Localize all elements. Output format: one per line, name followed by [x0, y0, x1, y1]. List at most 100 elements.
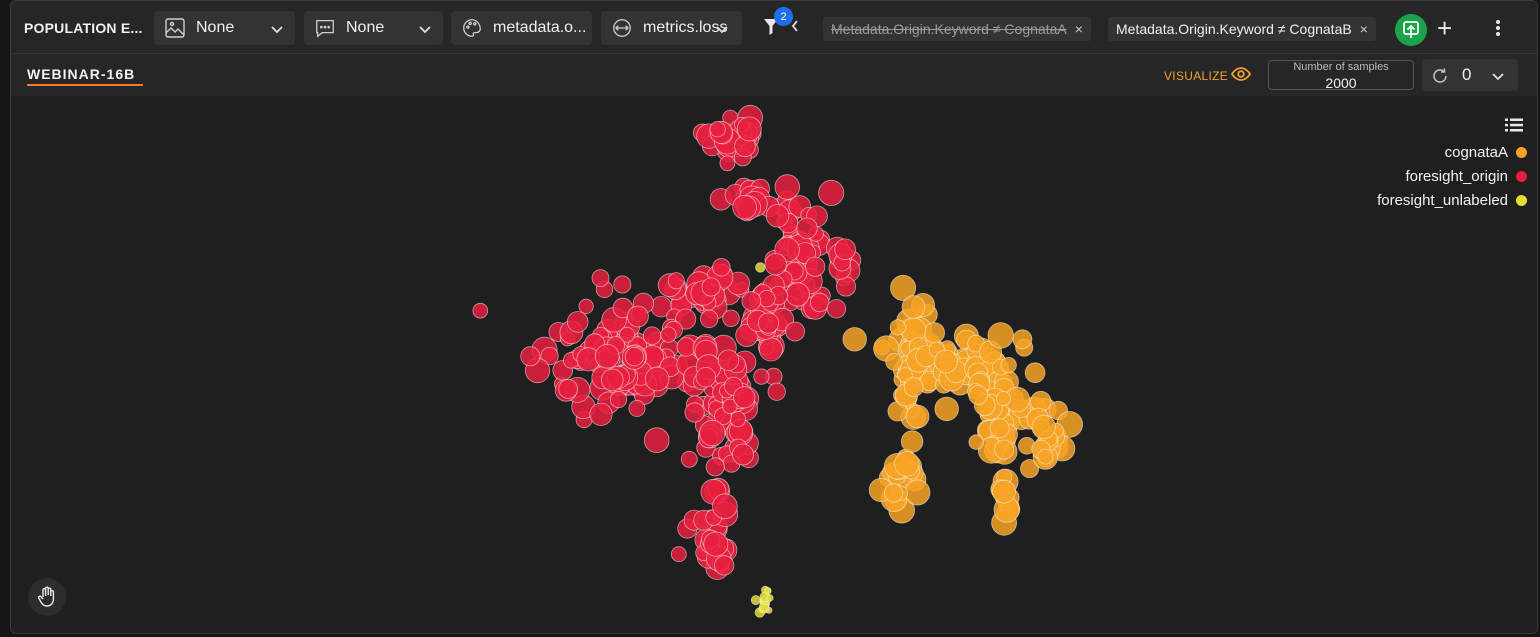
data-point[interactable]: [1012, 329, 1033, 350]
data-point[interactable]: [753, 368, 770, 385]
data-point[interactable]: [520, 346, 541, 367]
data-point[interactable]: [709, 121, 726, 138]
series-cognataA[interactable]: [842, 274, 1083, 536]
scatter-plot[interactable]: [11, 97, 1537, 633]
data-point[interactable]: [670, 546, 687, 563]
data-point[interactable]: [705, 457, 725, 477]
data-point[interactable]: [968, 385, 989, 405]
data-point[interactable]: [903, 377, 924, 398]
data-point[interactable]: [712, 493, 738, 520]
data-point[interactable]: [758, 289, 776, 308]
data-point[interactable]: [765, 204, 790, 228]
pan-tool-button[interactable]: [28, 578, 66, 616]
data-point[interactable]: [767, 382, 786, 401]
data-point[interactable]: [589, 402, 613, 426]
legend-item-cognataA[interactable]: cognataA: [1445, 144, 1527, 161]
scatter-plot-area[interactable]: cognataA foresight_origin foresight_unla…: [11, 97, 1537, 633]
data-point[interactable]: [627, 305, 649, 328]
data-point[interactable]: [989, 418, 1010, 439]
data-point[interactable]: [883, 483, 904, 503]
color-by-selector[interactable]: metadata.o...: [451, 11, 592, 45]
data-point[interactable]: [755, 262, 766, 273]
data-point[interactable]: [901, 295, 926, 319]
data-point[interactable]: [722, 309, 740, 328]
data-point[interactable]: [558, 379, 579, 399]
data-point[interactable]: [717, 349, 740, 371]
data-point[interactable]: [566, 311, 589, 333]
filter-chip-disabled[interactable]: Metadata.Origin.Keyword ≠ CognataA ×: [823, 17, 1091, 41]
data-point[interactable]: [764, 253, 787, 276]
size-by-selector[interactable]: metrics.loss: [601, 11, 742, 45]
project-tab[interactable]: WEBINAR-16B: [27, 66, 135, 82]
data-point[interactable]: [796, 217, 818, 239]
visualize-button[interactable]: VISUALIZE: [1164, 69, 1228, 83]
data-point[interactable]: [594, 343, 620, 369]
data-point[interactable]: [785, 321, 805, 342]
data-point[interactable]: [701, 277, 721, 297]
data-point[interactable]: [591, 269, 610, 288]
data-point[interactable]: [736, 116, 762, 142]
samples-input[interactable]: Number of samples 2000: [1268, 60, 1414, 91]
data-point[interactable]: [732, 194, 757, 220]
upload-button[interactable]: [1395, 14, 1427, 46]
data-point[interactable]: [644, 366, 670, 392]
refresh-icon[interactable]: [1431, 67, 1449, 90]
data-point[interactable]: [826, 299, 847, 319]
panel-title[interactable]: POPULATION E...: [24, 20, 143, 36]
data-point[interactable]: [889, 319, 906, 336]
filter-chip-active[interactable]: Metadata.Origin.Keyword ≠ CognataB ×: [1108, 17, 1376, 41]
data-point[interactable]: [624, 347, 645, 367]
data-point[interactable]: [700, 309, 719, 329]
legend-item-foresight-unlabeled[interactable]: foresight_unlabeled: [1377, 192, 1527, 209]
data-point[interactable]: [900, 430, 924, 453]
tooltip-selector[interactable]: None: [304, 11, 443, 45]
data-point[interactable]: [834, 238, 856, 261]
image-selector[interactable]: None: [154, 11, 295, 45]
close-icon[interactable]: ×: [1075, 21, 1083, 37]
data-point[interactable]: [695, 367, 717, 388]
data-point[interactable]: [643, 427, 670, 454]
data-point[interactable]: [995, 390, 1011, 406]
legend-item-foresight-origin[interactable]: foresight_origin: [1405, 168, 1527, 185]
series-foresight_origin[interactable]: [472, 104, 862, 580]
chevron-down-icon[interactable]: [1490, 68, 1506, 89]
data-point[interactable]: [805, 256, 826, 277]
data-point[interactable]: [600, 368, 624, 392]
data-point[interactable]: [714, 555, 735, 576]
data-point[interactable]: [719, 155, 736, 172]
data-point[interactable]: [758, 337, 783, 362]
data-point[interactable]: [766, 594, 774, 602]
data-point[interactable]: [613, 275, 632, 294]
data-point[interactable]: [1000, 356, 1017, 374]
legend-list-icon[interactable]: [1505, 117, 1523, 138]
data-point[interactable]: [968, 434, 984, 450]
data-point[interactable]: [1031, 414, 1056, 440]
eye-icon[interactable]: [1230, 65, 1252, 88]
data-point[interactable]: [994, 439, 1014, 460]
data-point[interactable]: [757, 312, 780, 334]
data-point[interactable]: [894, 451, 920, 477]
data-point[interactable]: [712, 258, 731, 277]
data-point[interactable]: [904, 479, 931, 506]
data-point[interactable]: [667, 272, 685, 290]
samples-value[interactable]: 2000: [1269, 75, 1413, 91]
data-point[interactable]: [1024, 362, 1046, 384]
data-point[interactable]: [729, 410, 747, 428]
more-options-icon[interactable]: [1495, 19, 1501, 42]
data-point[interactable]: [785, 282, 810, 307]
data-point[interactable]: [842, 327, 867, 352]
data-point[interactable]: [818, 179, 845, 206]
data-point[interactable]: [905, 404, 930, 429]
data-point[interactable]: [609, 390, 628, 409]
data-point[interactable]: [992, 479, 1016, 504]
data-point[interactable]: [741, 291, 762, 311]
data-point[interactable]: [1037, 448, 1054, 465]
data-point[interactable]: [750, 595, 761, 606]
data-point[interactable]: [628, 399, 646, 417]
chevron-left-icon[interactable]: [789, 18, 801, 39]
add-button[interactable]: +: [1437, 15, 1452, 41]
data-point[interactable]: [680, 450, 698, 468]
data-point[interactable]: [934, 396, 959, 422]
data-point[interactable]: [642, 326, 662, 345]
data-point[interactable]: [923, 322, 946, 344]
